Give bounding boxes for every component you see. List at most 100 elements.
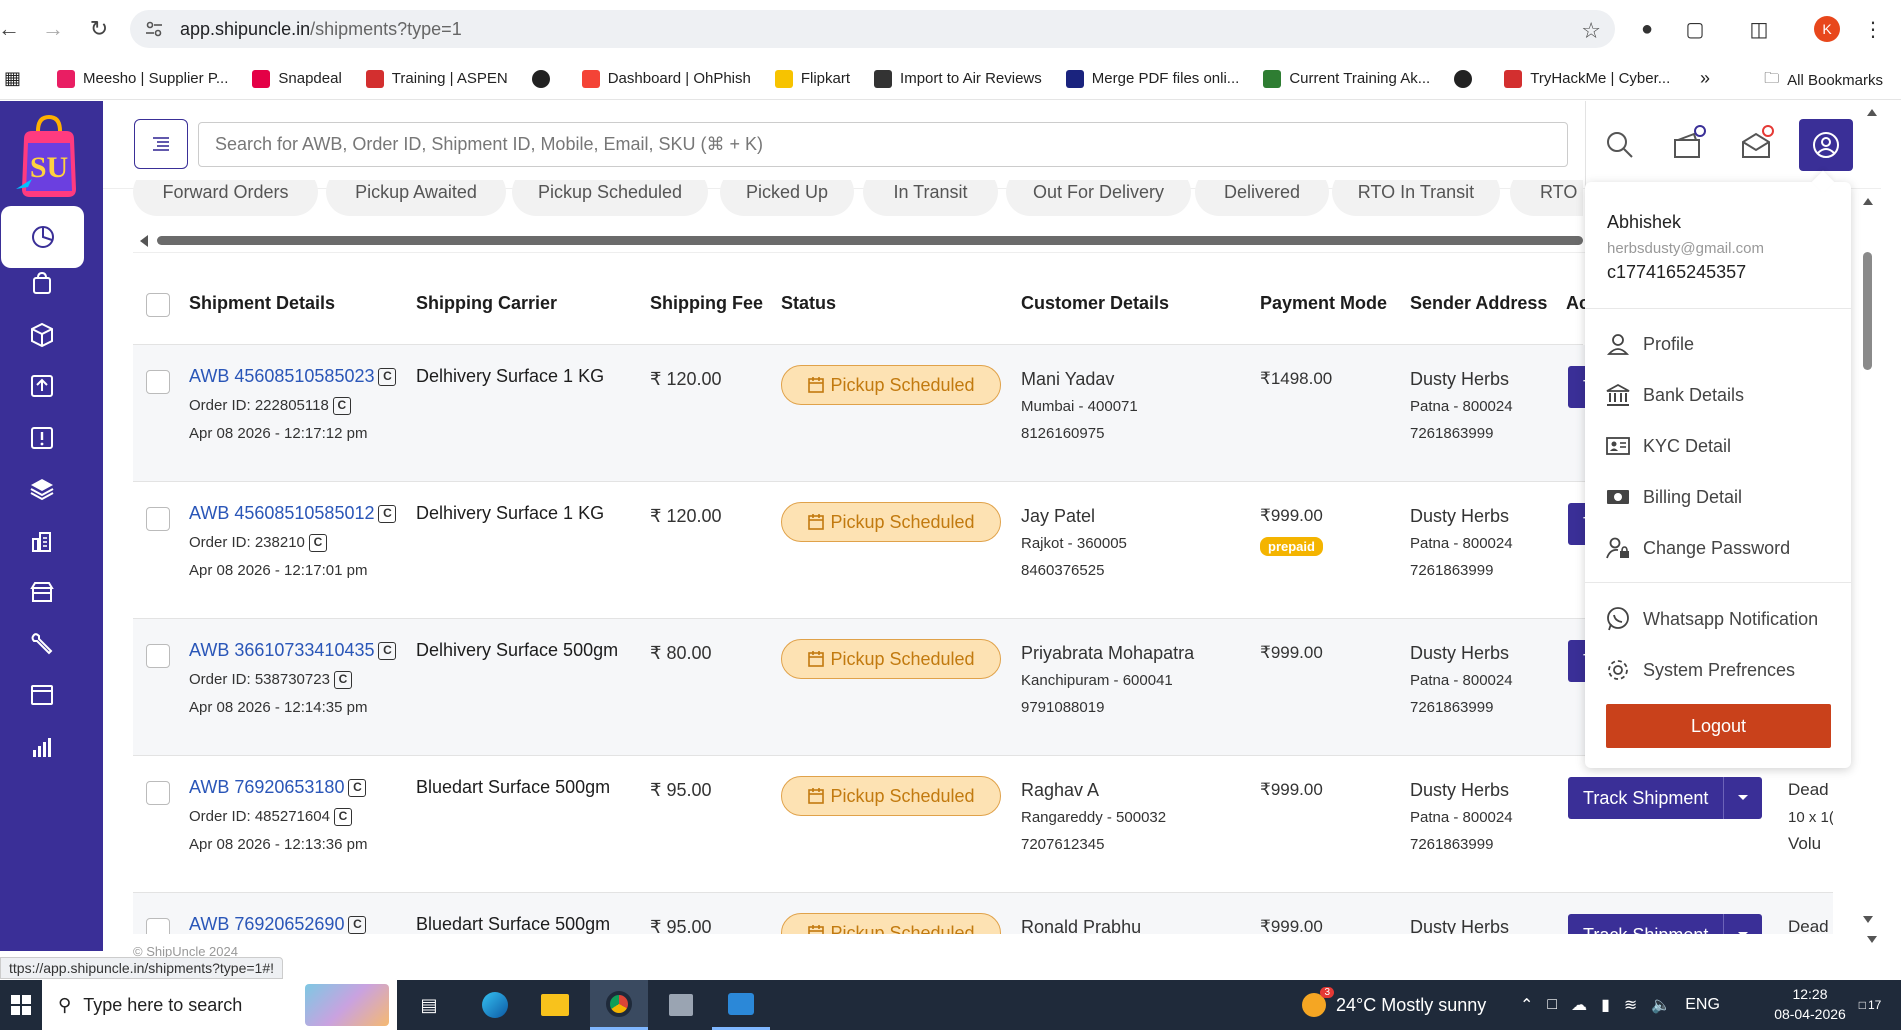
browser-profile-avatar[interactable]: K	[1814, 16, 1840, 42]
sidebar-item-upload[interactable]	[0, 356, 84, 416]
notification-center-button[interactable]: □ 17	[1852, 992, 1888, 1018]
table-row[interactable]: AWB 45608510585012 C Order ID: 238210 C Apr …	[133, 482, 1833, 619]
bookmark-item[interactable]	[1454, 69, 1480, 88]
extension-ninja-icon[interactable]: ●	[1632, 14, 1662, 44]
user-profile-button[interactable]	[1799, 119, 1853, 171]
bookmark-item[interactable]: Merge PDF files onli...	[1065, 69, 1239, 88]
track-shipment-button[interactable]: Track Shipment	[1568, 914, 1763, 934]
input-language[interactable]: ENG	[1685, 996, 1720, 1014]
back-arrow-icon[interactable]: ←	[0, 14, 24, 44]
awb-link[interactable]: AWB 45608510585012 C	[189, 503, 397, 524]
taskbar-remote-app[interactable]	[712, 980, 770, 1030]
all-bookmarks-button[interactable]: 🗀 All Bookmarks	[1764, 68, 1883, 93]
bookmark-item[interactable]: Dashboard | OhPhish	[581, 69, 751, 88]
row-checkbox[interactable]	[146, 370, 170, 394]
tab-pickup-awaited[interactable]: Pickup Awaited	[326, 180, 506, 216]
bookmark-item[interactable]: Meesho | Supplier P...	[57, 69, 228, 88]
row-checkbox[interactable]	[146, 644, 170, 668]
scrollbar-thumb[interactable]	[157, 236, 1583, 245]
column-header[interactable]: Shipment Details	[189, 293, 335, 314]
copy-icon[interactable]: C	[378, 368, 397, 387]
taskbar-chrome[interactable]	[590, 980, 648, 1030]
tab-out-for-delivery[interactable]: Out For Delivery	[1006, 180, 1191, 216]
bookmark-star-icon[interactable]: ☆	[1581, 18, 1601, 44]
copy-icon[interactable]: C	[333, 808, 352, 827]
copy-icon[interactable]: C	[378, 505, 397, 524]
tab-delivered[interactable]: Delivered	[1195, 180, 1329, 216]
taskbar-search-box[interactable]: ⚲ Type here to search	[42, 980, 397, 1030]
column-header[interactable]: Payment Mode	[1260, 293, 1387, 314]
awb-link[interactable]: AWB 76920653180 C	[189, 777, 367, 798]
battery-icon[interactable]: ▮	[1601, 995, 1610, 1015]
sidebar-item-warehouse[interactable]	[0, 562, 84, 622]
bookmark-item[interactable]: Training | ASPEN	[365, 69, 508, 88]
table-row[interactable]: AWB 45608510585023 C Order ID: 222805118 C A…	[133, 345, 1833, 482]
table-row[interactable]: AWB 76920653180 C Order ID: 485271604 C Apr …	[133, 756, 1833, 893]
messages-button[interactable]	[1730, 119, 1782, 171]
scroll-up-arrow-icon[interactable]	[1867, 109, 1877, 116]
tab-rto-delivered[interactable]: RTO D	[1510, 180, 1583, 216]
more-bookmarks-icon[interactable]: »	[1700, 68, 1710, 89]
tab-picked-up[interactable]: Picked Up	[720, 180, 854, 216]
taskbar-edge[interactable]	[466, 980, 524, 1030]
column-header[interactable]: Shipping Fee	[650, 293, 763, 314]
site-settings-icon[interactable]	[144, 19, 164, 39]
forward-arrow-icon[interactable]: →	[38, 14, 68, 44]
awb-number[interactable]: AWB 45608510585023	[189, 366, 374, 386]
track-actions-dropdown[interactable]	[1724, 794, 1762, 802]
track-shipment-button[interactable]: Track Shipment	[1568, 777, 1763, 819]
volume-icon[interactable]: 🔈	[1651, 995, 1671, 1015]
awb-link[interactable]: AWB 76920652690 C	[189, 914, 367, 934]
copy-icon[interactable]: C	[378, 642, 397, 661]
copy-icon[interactable]: C	[333, 671, 352, 690]
awb-number[interactable]: AWB 36610733410435	[189, 640, 374, 660]
copy-icon[interactable]: C	[308, 534, 327, 553]
tab-search-icon[interactable]: ◫	[1744, 14, 1774, 44]
extensions-puzzle-icon[interactable]: ▢	[1680, 14, 1710, 44]
meet-now-icon[interactable]: □	[1547, 996, 1557, 1014]
menu-toggle-button[interactable]	[134, 119, 188, 169]
track-actions-dropdown[interactable]	[1724, 931, 1762, 934]
menu-item-billing-detail[interactable]: Billing Detail	[1605, 480, 1742, 514]
taskbar-clock[interactable]: 12:28 08-04-2026	[1770, 984, 1850, 1024]
menu-item-whatsapp-notification[interactable]: Whatsapp Notification	[1605, 602, 1818, 636]
column-header[interactable]: Shipping Carrier	[416, 293, 557, 314]
select-all-checkbox[interactable]	[146, 293, 170, 317]
menu-item-bank-details[interactable]: Bank Details	[1605, 378, 1744, 412]
menu-item-profile[interactable]: Profile	[1605, 327, 1694, 361]
row-checkbox[interactable]	[146, 507, 170, 531]
copy-icon[interactable]: C	[332, 397, 351, 416]
awb-link[interactable]: AWB 36610733410435 C	[189, 640, 397, 661]
column-header[interactable]: Customer Details	[1021, 293, 1169, 314]
track-shipment-label[interactable]: Track Shipment	[1568, 914, 1725, 934]
bookmark-item[interactable]	[531, 69, 558, 88]
table-row[interactable]: AWB 76920652690 C Bluedart Surface 500gm ₹ …	[133, 893, 1833, 934]
menu-item-kyc-detail[interactable]: KYC Detail	[1605, 429, 1731, 463]
tab-in-transit[interactable]: In Transit	[863, 180, 998, 216]
bookmark-item[interactable]: Import to Air Reviews	[874, 69, 1042, 88]
global-search-input[interactable]	[198, 122, 1568, 167]
sidebar-item-analytics[interactable]	[0, 717, 84, 777]
shipuncle-logo[interactable]: SU	[14, 109, 84, 201]
copy-icon[interactable]: C	[348, 916, 367, 934]
awb-link[interactable]: AWB 45608510585023 C	[189, 366, 397, 387]
copy-icon[interactable]: C	[348, 779, 367, 798]
taskbar-file-explorer[interactable]	[526, 980, 584, 1030]
sidebar-item-orders[interactable]	[0, 253, 84, 313]
bookmark-item[interactable]: Current Training Ak...	[1263, 69, 1430, 88]
tabs-horizontal-scrollbar[interactable]	[133, 233, 1583, 247]
scroll-left-arrow-icon[interactable]	[140, 235, 148, 247]
windows-start-button[interactable]	[0, 980, 42, 1030]
chevron-up-icon[interactable]: ⌃	[1520, 995, 1533, 1015]
reload-icon[interactable]: ↻	[84, 14, 114, 44]
awb-number[interactable]: AWB 76920653180	[189, 777, 344, 797]
tab-pickup-scheduled[interactable]: Pickup Scheduled	[512, 180, 708, 216]
row-checkbox[interactable]	[146, 781, 170, 805]
awb-number[interactable]: AWB 76920652690	[189, 914, 344, 934]
menu-item-change-password[interactable]: Change Password	[1605, 531, 1790, 565]
menu-item-system-preferences[interactable]: System Prefrences	[1605, 653, 1795, 687]
wallet-button[interactable]	[1662, 119, 1714, 171]
awb-number[interactable]: AWB 45608510585012	[189, 503, 374, 523]
address-bar[interactable]: app.shipuncle.in/shipments?type=1 ☆	[130, 10, 1615, 48]
table-row[interactable]: AWB 36610733410435 C Order ID: 538730723 C A…	[133, 619, 1833, 756]
